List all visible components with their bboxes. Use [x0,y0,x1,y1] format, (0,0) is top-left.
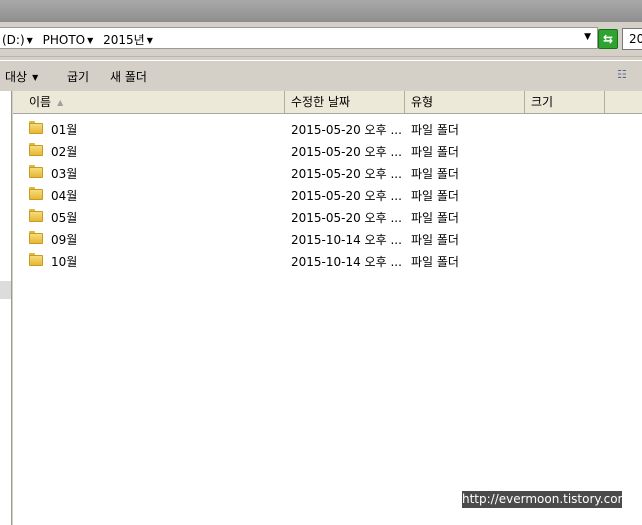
file-row[interactable]: 10월 2015-10-14 오후 ... 파일 폴더 [13,250,642,272]
file-modified: 2015-05-20 오후 ... [291,145,402,159]
file-row[interactable]: 02월 2015-05-20 오후 ... 파일 폴더 [13,140,642,162]
folder-icon [29,231,43,244]
burn-button[interactable]: 굽기 [67,68,89,85]
column-header-name-label: 이름 [29,95,52,109]
chevron-down-icon: ▼ [32,73,39,82]
file-modified: 2015-10-14 오후 ... [291,233,402,247]
file-modified: 2015-05-20 오후 ... [291,123,402,137]
file-name: 04월 [51,189,78,203]
file-row[interactable]: 03월 2015-05-20 오후 ... 파일 폴더 [13,162,642,184]
file-type: 파일 폴더 [411,189,459,203]
file-modified: 2015-10-14 오후 ... [291,255,402,269]
search-input-value: 20 [629,32,642,46]
file-modified: 2015-05-20 오후 ... [291,211,402,225]
file-row[interactable]: 04월 2015-05-20 오후 ... 파일 폴더 [13,184,642,206]
file-row[interactable]: 09월 2015-10-14 오후 ... 파일 폴더 [13,228,642,250]
watermark-url: http://evermoon.tistory.com [462,491,630,508]
folder-icon [29,143,43,156]
file-row[interactable]: 01월 2015-05-20 오후 ... 파일 폴더 [13,118,642,140]
file-name: 05월 [51,211,78,225]
chevron-down-icon[interactable]: ▼ [147,36,153,45]
view-options-icon[interactable]: ☷ [617,69,633,81]
file-type: 파일 폴더 [411,145,459,159]
file-name: 02월 [51,145,78,159]
file-name: 03월 [51,167,78,181]
file-type: 파일 폴더 [411,255,459,269]
target-menu-button[interactable]: 대상 ▼ [5,68,38,85]
navigation-pane-selected-item[interactable] [0,281,11,299]
breadcrumb-photo[interactable]: PHOTO ▼ [43,33,94,47]
column-header-size[interactable]: 크기 [525,91,605,113]
file-name: 10월 [51,255,78,269]
address-input[interactable]: (D:) ▼ PHOTO ▼ 2015년 ▼ ▼ [0,27,598,49]
navigation-pane[interactable] [0,91,12,525]
breadcrumb-drive-label: (D:) [2,33,25,47]
file-type: 파일 폴더 [411,167,459,181]
file-modified: 2015-05-20 오후 ... [291,167,402,181]
folder-icon [29,187,43,200]
chevron-down-icon[interactable]: ▼ [87,36,93,45]
column-header-row: 이름 ▲ 수정한 날짜 유형 크기 [13,91,642,114]
file-type: 파일 폴더 [411,233,459,247]
command-bar: 대상 ▼ 굽기 새 폴더 ☷ [0,60,642,91]
folder-icon [29,253,43,266]
file-name: 09월 [51,233,78,247]
folder-icon [29,165,43,178]
folder-icon [29,121,43,134]
file-type: 파일 폴더 [411,123,459,137]
breadcrumb-drive[interactable]: (D:) ▼ [2,33,33,47]
column-header-modified[interactable]: 수정한 날짜 [285,91,405,113]
chevron-down-icon[interactable]: ▼ [27,36,33,45]
file-type: 파일 폴더 [411,211,459,225]
address-bar: (D:)▼ PHOTO▼ 2015년▼ ▼ ⇆ 20 [0,22,642,57]
search-input[interactable]: 20 [622,28,642,50]
target-menu-label: 대상 [5,70,28,84]
refresh-icon[interactable]: ⇆ [598,29,618,49]
file-row[interactable]: 05월 2015-05-20 오후 ... 파일 폴더 [13,206,642,228]
address-history-dropdown-icon[interactable]: ▼ [584,32,591,42]
folder-icon [29,209,43,222]
window-title-bar [0,0,642,22]
file-name: 01월 [51,123,78,137]
sort-ascending-icon: ▲ [57,98,64,107]
column-header-name[interactable]: 이름 ▲ [13,91,285,113]
breadcrumb-2015-label: 2015년 [103,33,145,47]
file-modified: 2015-05-20 오후 ... [291,189,402,203]
column-header-type[interactable]: 유형 [405,91,525,113]
file-list[interactable]: 이름 ▲ 수정한 날짜 유형 크기 01월 2015-05-20 오후 ... 파… [13,91,642,525]
breadcrumb: (D:) ▼ PHOTO ▼ 2015년 ▼ [2,31,159,48]
breadcrumb-photo-label: PHOTO [42,33,86,47]
new-folder-button[interactable]: 새 폴더 [110,68,147,85]
breadcrumb-2015[interactable]: 2015년 ▼ [103,31,153,48]
